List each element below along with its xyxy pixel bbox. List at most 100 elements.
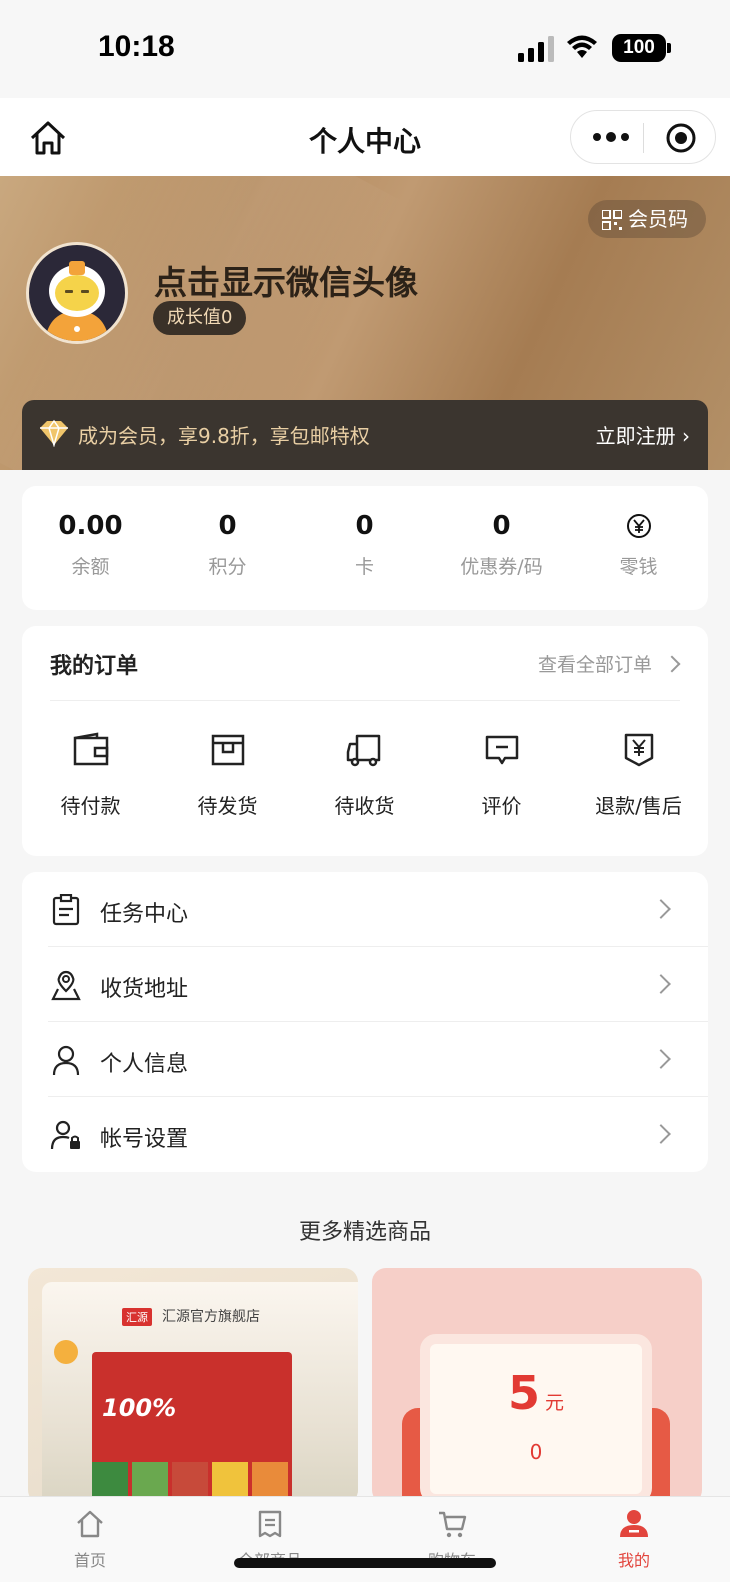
view-all-orders-link[interactable]: 查看全部订单 [537, 650, 681, 677]
asset-points[interactable]: 0 积分 [159, 508, 296, 579]
asset-coupons[interactable]: 0 优惠券/码 [433, 508, 570, 579]
avatar-mascot-icon [45, 261, 109, 341]
capsule-divider [643, 123, 644, 153]
asset-balance[interactable]: 0.00 余额 [22, 508, 159, 579]
wifi-icon [567, 35, 597, 58]
battery-tip [667, 43, 671, 53]
brand-logo: 汇源 [122, 1308, 152, 1326]
diamond-icon [40, 419, 68, 447]
package-icon [211, 734, 244, 766]
asset-cards[interactable]: 0 卡 [296, 508, 433, 579]
nickname-prompt[interactable]: 点击显示微信头像 [154, 256, 418, 304]
menu-shipping-address[interactable]: 收货地址 [22, 947, 708, 1022]
asset-change-label: 零钱 [619, 556, 658, 578]
orders-divider [50, 700, 680, 701]
juice-badge: 100% [102, 1394, 177, 1422]
tab-mine-label: 我的 [617, 1551, 650, 1570]
asset-balance-value: 0.00 [58, 511, 123, 541]
product-poster: 汇源 汇源官方旗舰店 100% [42, 1282, 358, 1504]
asset-cards-label: 卡 [354, 556, 374, 578]
register-label: 立即注册 [595, 424, 676, 448]
asset-points-value: 0 [218, 511, 237, 541]
nav-bar: 个人中心 [0, 98, 730, 176]
member-code-button[interactable]: 会员码 [588, 200, 706, 238]
cart-icon [439, 1511, 467, 1538]
menu-account-settings[interactable]: 帐号设置 [22, 1097, 708, 1172]
more-products-title: 更多精选商品 [298, 1220, 431, 1245]
home-icon [77, 1510, 103, 1538]
chevron-right-icon [663, 655, 681, 673]
status-time: 10:18 [98, 30, 175, 63]
assets-card: 0.00 余额 0 积分 0 卡 0 优惠券/码 零钱 [22, 486, 708, 610]
menu-personal-info[interactable]: 个人信息 [22, 1022, 708, 1097]
cellular-signal-icon [518, 36, 554, 62]
order-review-label: 评价 [481, 794, 522, 818]
profile-banner: 会员码 点击显示微信头像 成长值0 成为会员，享9.8折，享包邮特权 立即注册 … [0, 176, 730, 470]
home-indicator [234, 1558, 496, 1568]
member-code-label: 会员码 [628, 207, 688, 231]
chevron-right-icon [651, 1049, 671, 1069]
close-target-icon[interactable] [665, 122, 697, 154]
order-pending-receipt-label: 待收货 [334, 794, 395, 818]
orders-title: 我的订单 [50, 654, 139, 679]
menu-personal-info-label: 个人信息 [100, 1052, 189, 1077]
comment-icon [485, 735, 518, 765]
order-pending-shipment-label: 待发货 [197, 794, 258, 818]
menu-shipping-address-label: 收货地址 [100, 977, 189, 1002]
bottom-tab-bar: 首页 全部商品 购物车 我的 [0, 1496, 730, 1582]
asset-change[interactable]: 零钱 [570, 508, 707, 579]
chevron-right-icon [651, 1124, 671, 1144]
menu-account-settings-label: 帐号设置 [100, 1127, 189, 1152]
asset-balance-label: 余额 [71, 556, 110, 578]
tab-home[interactable]: 首页 [30, 1509, 150, 1571]
mini-program-capsule [570, 110, 716, 164]
asset-points-label: 积分 [208, 556, 247, 578]
profile-icon [620, 1510, 648, 1537]
more-dots-icon[interactable] [591, 123, 631, 151]
order-pending-shipment[interactable]: 待发货 [159, 730, 296, 819]
battery-indicator: 100 [612, 34, 666, 62]
coupon-amount: 5 [507, 1366, 540, 1420]
order-pending-payment[interactable]: 待付款 [22, 730, 159, 819]
coupon-unit: 元 [545, 1392, 565, 1414]
order-refund-label: 退款/售后 [595, 794, 682, 818]
barcode-icon [602, 210, 622, 230]
chevron-right-icon [651, 974, 671, 994]
list-icon [258, 1510, 282, 1538]
menu-task-center[interactable]: 任务中心 [22, 872, 708, 947]
status-bar: 10:18 100 [0, 0, 730, 98]
yen-coin-icon [626, 514, 651, 538]
order-review[interactable]: 评价 [433, 730, 570, 819]
product-card-juice[interactable]: 汇源 汇源官方旗舰店 100% [28, 1268, 358, 1504]
avatar[interactable] [26, 242, 128, 344]
refund-icon [624, 733, 653, 767]
asset-coupons-value: 0 [492, 511, 511, 541]
wallet-icon [73, 732, 108, 766]
store-brand-name: 汇源官方旗舰店 [162, 1309, 260, 1325]
chevron-right-icon [651, 899, 671, 919]
tab-home-label: 首页 [73, 1551, 106, 1570]
orders-card: 我的订单 查看全部订单 待付款 待发货 待收货 评价 退款/售后 [22, 626, 708, 856]
order-refund[interactable]: 退款/售后 [570, 730, 707, 819]
view-all-orders-label: 查看全部订单 [537, 654, 652, 676]
product-card-coupon[interactable]: 5 元 0 [372, 1268, 702, 1504]
orange-fruit-icon [54, 1340, 78, 1364]
tab-mine[interactable]: 我的 [574, 1509, 694, 1571]
clipboard-icon [52, 894, 80, 926]
menu-task-center-label: 任务中心 [100, 902, 189, 927]
register-link[interactable]: 立即注册 › [596, 420, 690, 449]
juice-gift-box: 100% [92, 1352, 292, 1504]
coupon-card: 5 元 0 [420, 1334, 652, 1504]
asset-cards-value: 0 [355, 511, 374, 541]
vip-promo-text: 成为会员，享9.8折，享包邮特权 [78, 424, 370, 448]
user-icon [52, 1045, 80, 1076]
coupon-count: 0 [529, 1440, 543, 1464]
order-pending-receipt[interactable]: 待收货 [296, 730, 433, 819]
vip-promo-bar[interactable]: 成为会员，享9.8折，享包邮特权 立即注册 › [22, 400, 708, 470]
growth-value-badge: 成长值0 [153, 301, 247, 335]
order-pending-payment-label: 待付款 [60, 794, 121, 818]
asset-coupons-label: 优惠券/码 [460, 556, 543, 578]
user-lock-icon [50, 1120, 80, 1150]
truck-icon [346, 734, 380, 767]
map-pin-icon [51, 970, 81, 1001]
